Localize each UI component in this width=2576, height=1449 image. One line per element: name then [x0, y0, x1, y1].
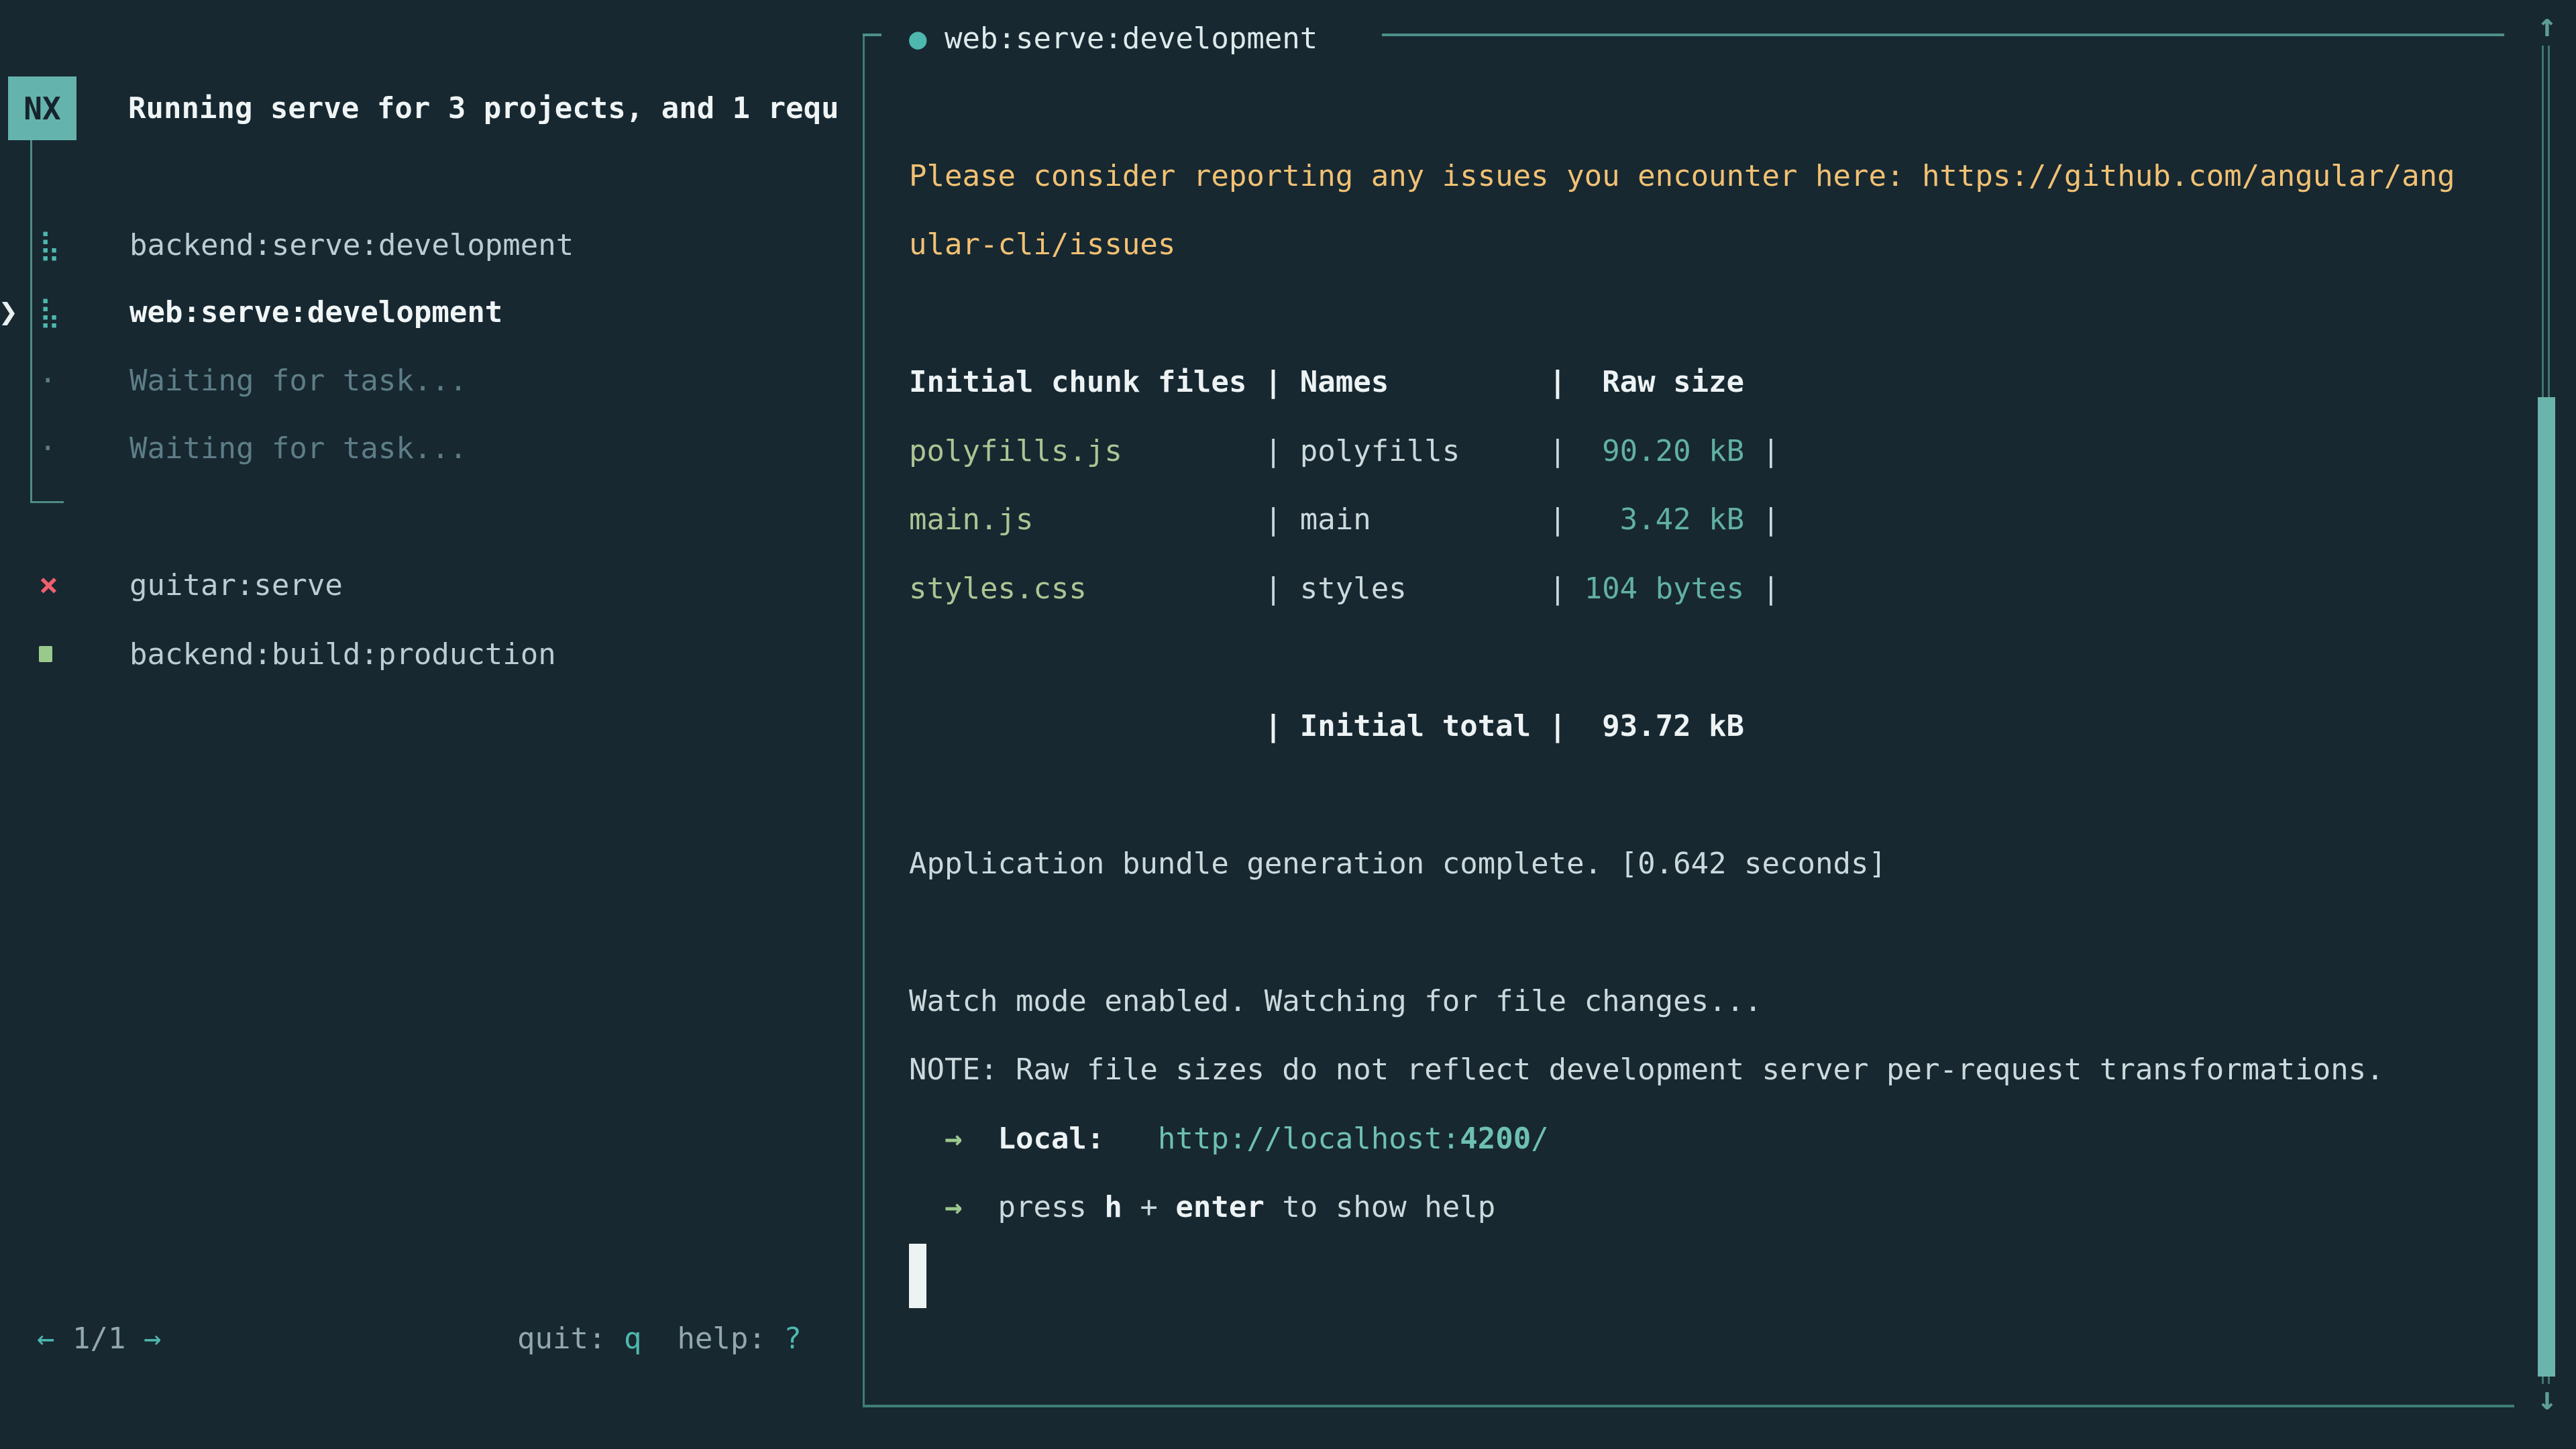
notice-line-1: Please consider reporting any issues you… — [909, 142, 2455, 211]
arrow-icon: → — [945, 1122, 963, 1156]
page-indicator: 1/1 — [55, 1322, 144, 1356]
task-label: guitar:serve — [129, 551, 343, 619]
scrollbar-thumb[interactable] — [2538, 397, 2555, 1377]
help-hint-line: → press h + enter to show help — [909, 1173, 2455, 1242]
failed-cross-icon: × — [39, 551, 58, 619]
scroll-down-button[interactable]: ↓ — [2530, 1379, 2564, 1419]
nx-logo: NX — [8, 76, 76, 140]
table-header: Initial chunk files | Names | Raw size — [909, 348, 2455, 417]
table-total-row: | Initial total | 93.72 kB — [909, 692, 2455, 761]
pending-dot-icon: · — [39, 414, 57, 482]
scroll-up-button[interactable]: ↑ — [2530, 5, 2564, 46]
panel-border-top-stub — [863, 34, 881, 36]
table-row: main.js | main | 3.42 kB | — [909, 486, 2455, 555]
spinner-icon: ⣧ — [39, 278, 60, 346]
nx-terminal-ui: NX Running serve for 3 projects, and 1 r… — [0, 0, 2576, 1449]
task-label: web:serve:development — [129, 278, 502, 346]
local-url-link[interactable]: http://localhost:4200/ — [1158, 1122, 1549, 1156]
shortcut-hints: quit: q help: ? — [517, 1304, 802, 1373]
terminal-cursor — [909, 1244, 926, 1308]
task-row-waiting-1[interactable]: · Waiting for task... — [0, 346, 852, 415]
prev-page-button[interactable]: ← — [37, 1322, 55, 1356]
cursor-line — [909, 1242, 2455, 1311]
note-line: NOTE: Raw file sizes do not reflect deve… — [909, 1036, 2455, 1105]
notice-line-2: ular-cli/issues — [909, 211, 2455, 280]
help-label: help: — [677, 1322, 784, 1356]
task-label: backend:build:production — [129, 620, 556, 688]
task-row-guitar-serve[interactable]: × guitar:serve — [0, 551, 852, 619]
spinner-icon: ⣧ — [39, 211, 60, 279]
running-dot-icon: ● — [909, 21, 927, 56]
pager: ← 1/1 → — [37, 1304, 161, 1373]
task-label: Waiting for task... — [129, 346, 467, 415]
quit-key: q — [624, 1322, 642, 1356]
panel-title: ● web:serve:development — [909, 4, 2455, 73]
task-label: Waiting for task... — [129, 414, 467, 482]
task-tree-corner — [30, 501, 64, 503]
arrow-icon: → — [945, 1190, 963, 1224]
terminal-output: ● web:serve:development Please consider … — [909, 4, 2455, 1311]
next-page-button[interactable]: → — [144, 1322, 162, 1356]
watch-mode-line: Watch mode enabled. Watching for file ch… — [909, 967, 2455, 1036]
task-row-backend-serve-development[interactable]: ⣧ backend:serve:development — [0, 211, 852, 279]
panel-border-left — [863, 34, 865, 1407]
task-row-backend-build-production[interactable]: backend:build:production — [0, 620, 852, 688]
pending-dot-icon: · — [39, 346, 57, 415]
table-row: polyfills.js | polyfills | 90.20 kB | — [909, 417, 2455, 486]
local-url-line: → Local: http://localhost:4200/ — [909, 1104, 2455, 1173]
help-key: ? — [784, 1322, 802, 1356]
quit-label: quit: — [517, 1322, 624, 1356]
bundle-complete-line: Application bundle generation complete. … — [909, 829, 2455, 898]
table-row: styles.css | styles | 104 bytes | — [909, 554, 2455, 623]
success-square-icon — [39, 620, 52, 688]
panel-border-bottom — [863, 1405, 2514, 1407]
task-label: backend:serve:development — [129, 211, 574, 279]
page-title: Running serve for 3 projects, and 1 requ — [128, 74, 857, 142]
task-row-waiting-2[interactable]: · Waiting for task... — [0, 414, 852, 482]
task-row-web-serve-development[interactable]: ⣧ web:serve:development — [0, 278, 852, 346]
